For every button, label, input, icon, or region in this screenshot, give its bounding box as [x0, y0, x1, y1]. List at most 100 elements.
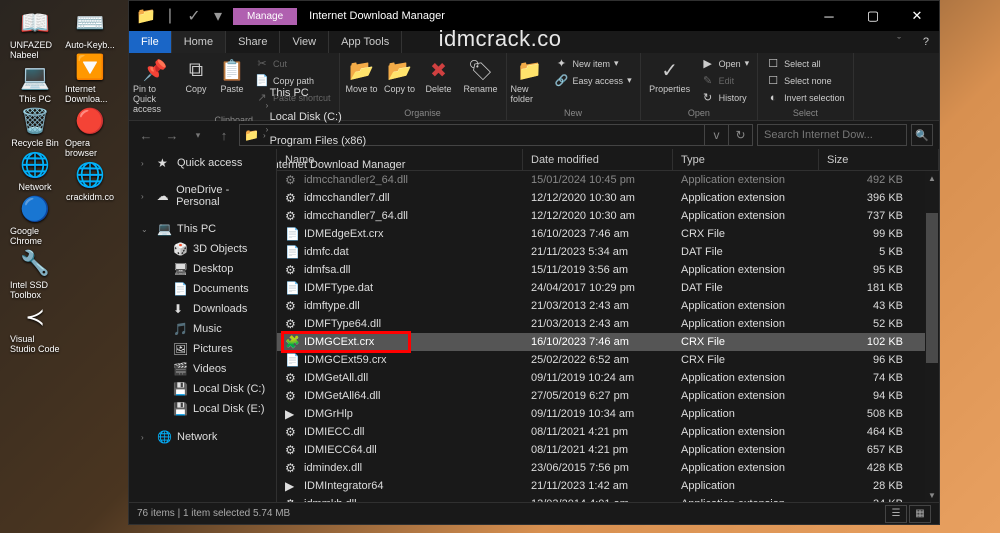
properties-button[interactable]: ✓Properties — [645, 55, 695, 94]
invert-selection-button[interactable]: ◐Invert selection — [762, 89, 849, 106]
file-row[interactable]: ▶IDMGrHlp09/11/2019 10:34 amApplication5… — [277, 405, 925, 423]
desktop-icon[interactable]: ≺Visual Studio Code — [10, 300, 60, 354]
nav-onedrive[interactable]: ›☁OneDrive - Personal — [129, 181, 276, 211]
column-date[interactable]: Date modified — [523, 149, 673, 170]
ribbon-collapse-icon[interactable]: ˇ — [885, 31, 913, 53]
maximize-button[interactable]: ▢ — [851, 1, 895, 31]
file-row[interactable]: ⚙IDMFType64.dll21/03/2013 2:43 amApplica… — [277, 315, 925, 333]
cut-button[interactable]: ✂Cut — [251, 55, 335, 72]
column-name[interactable]: Name — [277, 149, 523, 170]
chevron-right-icon[interactable]: › — [141, 192, 151, 201]
file-row[interactable]: 📄IDMFType.dat24/04/2017 10:29 pmDAT File… — [277, 279, 925, 297]
tab-file[interactable]: File — [129, 31, 172, 53]
scrollbar-thumb[interactable] — [926, 213, 938, 363]
delete-button[interactable]: ✖Delete — [420, 55, 458, 94]
file-row[interactable]: ⚙idmindex.dll23/06/2015 7:56 pmApplicati… — [277, 459, 925, 477]
column-type[interactable]: Type — [673, 149, 819, 170]
desktop-icon[interactable]: 🔴Opera browser — [65, 104, 115, 158]
desktop-icon[interactable]: ⌨️Auto-Keyb... — [65, 6, 115, 50]
scrollbar[interactable]: ▲ ▼ — [925, 171, 939, 502]
folder-icon[interactable]: 📁 — [135, 5, 157, 27]
easy-access-button[interactable]: 🔗Easy access ▾ — [551, 72, 636, 89]
chevron-right-icon[interactable]: › — [266, 125, 269, 134]
details-view-button[interactable]: ☰ — [885, 505, 907, 523]
desktop-icon[interactable]: 🌐crackidm.co — [65, 158, 115, 202]
file-row[interactable]: 📄IDMEdgeExt.crx16/10/2023 7:46 amCRX Fil… — [277, 225, 925, 243]
file-row[interactable]: ⚙idmcchandler7.dll12/12/2020 10:30 amApp… — [277, 189, 925, 207]
edit-button[interactable]: ✎Edit — [697, 72, 754, 89]
nav-item[interactable]: 💾Local Disk (C:) — [129, 379, 276, 399]
file-row[interactable]: 📄IDMGCExt59.crx25/02/2022 6:52 amCRX Fil… — [277, 351, 925, 369]
nav-quick-access[interactable]: ›★Quick access — [129, 153, 276, 173]
history-button[interactable]: ↻History — [697, 89, 754, 106]
rename-button[interactable]: 🏷Rename — [460, 55, 502, 94]
forward-button[interactable]: → — [161, 124, 183, 146]
column-size[interactable]: Size — [819, 149, 939, 170]
up-button[interactable]: ↑ — [213, 124, 235, 146]
titlebar[interactable]: 📁 | ✓ ▾ Manage Internet Download Manager… — [129, 1, 939, 31]
nav-item[interactable]: ⬇Downloads — [129, 299, 276, 319]
desktop-icon[interactable]: 🌐Network — [10, 148, 60, 192]
back-button[interactable]: ← — [135, 124, 157, 146]
select-none-button[interactable]: ☐Select none — [762, 72, 849, 89]
chevron-down-icon[interactable]: ⌄ — [141, 225, 151, 234]
copy-button[interactable]: ⧉Copy — [179, 55, 213, 94]
desktop-icon[interactable]: 📖UNFAZED Nabeel — [10, 6, 60, 60]
help-button[interactable]: ? — [913, 31, 939, 53]
nav-this-pc[interactable]: ⌄💻This PC — [129, 219, 276, 239]
file-row[interactable]: 🧩IDMGCExt.crx16/10/2023 7:46 amCRX File1… — [277, 333, 925, 351]
breadcrumb[interactable]: 📁 › This PC›Local Disk (C:)›Program File… — [239, 124, 753, 146]
file-row[interactable]: ⚙idmcchandler2_64.dll15/01/2024 10:45 pm… — [277, 171, 925, 189]
context-tab-manage[interactable]: Manage — [233, 8, 297, 25]
nav-item[interactable]: 🎬Videos — [129, 359, 276, 379]
select-all-button[interactable]: ☐Select all — [762, 55, 849, 72]
close-button[interactable]: ✕ — [895, 1, 939, 31]
chevron-right-icon[interactable]: › — [266, 101, 269, 110]
file-row[interactable]: ▶IDMIntegrator6421/11/2023 1:42 amApplic… — [277, 477, 925, 495]
chevron-right-icon[interactable]: › — [141, 433, 151, 442]
search-input[interactable]: Search Internet Dow... — [757, 124, 907, 146]
file-row[interactable]: ⚙idmcchandler7_64.dll12/12/2020 10:30 am… — [277, 207, 925, 225]
search-go-button[interactable]: 🔍 — [911, 124, 933, 146]
address-dropdown-icon[interactable]: v — [704, 125, 728, 145]
desktop-icon[interactable]: 🔧Intel SSD Toolbox — [10, 246, 60, 300]
nav-item[interactable]: 🎲3D Objects — [129, 239, 276, 259]
tab-view[interactable]: View — [280, 31, 329, 53]
desktop-icon[interactable]: 🔵Google Chrome — [10, 192, 60, 246]
nav-item[interactable]: 💾Local Disk (E:) — [129, 399, 276, 419]
nav-network[interactable]: ›🌐Network — [129, 427, 276, 447]
tab-apptools[interactable]: App Tools — [329, 31, 402, 53]
new-folder-button[interactable]: 📁New folder — [511, 55, 549, 104]
scroll-down-icon[interactable]: ▼ — [925, 488, 939, 502]
file-row[interactable]: ⚙idmfsa.dll15/11/2019 3:56 amApplication… — [277, 261, 925, 279]
tab-share[interactable]: Share — [226, 31, 280, 53]
file-row[interactable]: ⚙IDMGetAll64.dll27/05/2019 6:27 pmApplic… — [277, 387, 925, 405]
qat-dropdown-icon[interactable]: ▾ — [207, 5, 229, 27]
file-row[interactable]: ⚙IDMIECC64.dll08/11/2021 4:21 pmApplicat… — [277, 441, 925, 459]
breadcrumb-segment[interactable]: Program Files (x86) — [266, 135, 410, 147]
file-row[interactable]: ⚙IDMIECC.dll08/11/2021 4:21 pmApplicatio… — [277, 423, 925, 441]
desktop-icon[interactable]: 💻This PC — [10, 60, 60, 104]
file-row[interactable]: ⚙idmftype.dll21/03/2013 2:43 amApplicati… — [277, 297, 925, 315]
chevron-right-icon[interactable]: › — [141, 159, 151, 168]
pin-quick-access-button[interactable]: 📌Pin to Quick access — [133, 55, 177, 114]
nav-item[interactable]: 🖥Desktop — [129, 259, 276, 279]
desktop-icon[interactable]: 🗑️Recycle Bin — [10, 104, 60, 148]
open-button[interactable]: ▶Open ▾ — [697, 55, 754, 72]
refresh-button[interactable]: ↻ — [728, 125, 752, 145]
breadcrumb-segment[interactable]: Local Disk (C:) — [266, 111, 410, 123]
desktop-icon[interactable]: 🔽Internet Downloa... — [65, 50, 115, 104]
file-row[interactable]: ⚙idmmkb.dll13/03/2014 4:01 amApplication… — [277, 495, 925, 502]
breadcrumb-segment[interactable]: This PC — [266, 87, 410, 99]
scroll-up-icon[interactable]: ▲ — [925, 171, 939, 185]
recent-locations-button[interactable]: ▾ — [187, 124, 209, 146]
icons-view-button[interactable]: ▦ — [909, 505, 931, 523]
nav-item[interactable]: 🖼Pictures — [129, 339, 276, 359]
file-row[interactable]: 📄idmfc.dat21/11/2023 5:34 amDAT File5 KB — [277, 243, 925, 261]
file-list[interactable]: ⚙idmcchandler2_64.dll15/01/2024 10:45 pm… — [277, 171, 939, 502]
tab-home[interactable]: Home — [172, 31, 226, 53]
file-row[interactable]: ⚙IDMGetAll.dll09/11/2019 10:24 amApplica… — [277, 369, 925, 387]
qat-check-icon[interactable]: ✓ — [183, 5, 205, 27]
minimize-button[interactable]: ─ — [807, 1, 851, 31]
paste-button[interactable]: 📋Paste — [215, 55, 249, 94]
